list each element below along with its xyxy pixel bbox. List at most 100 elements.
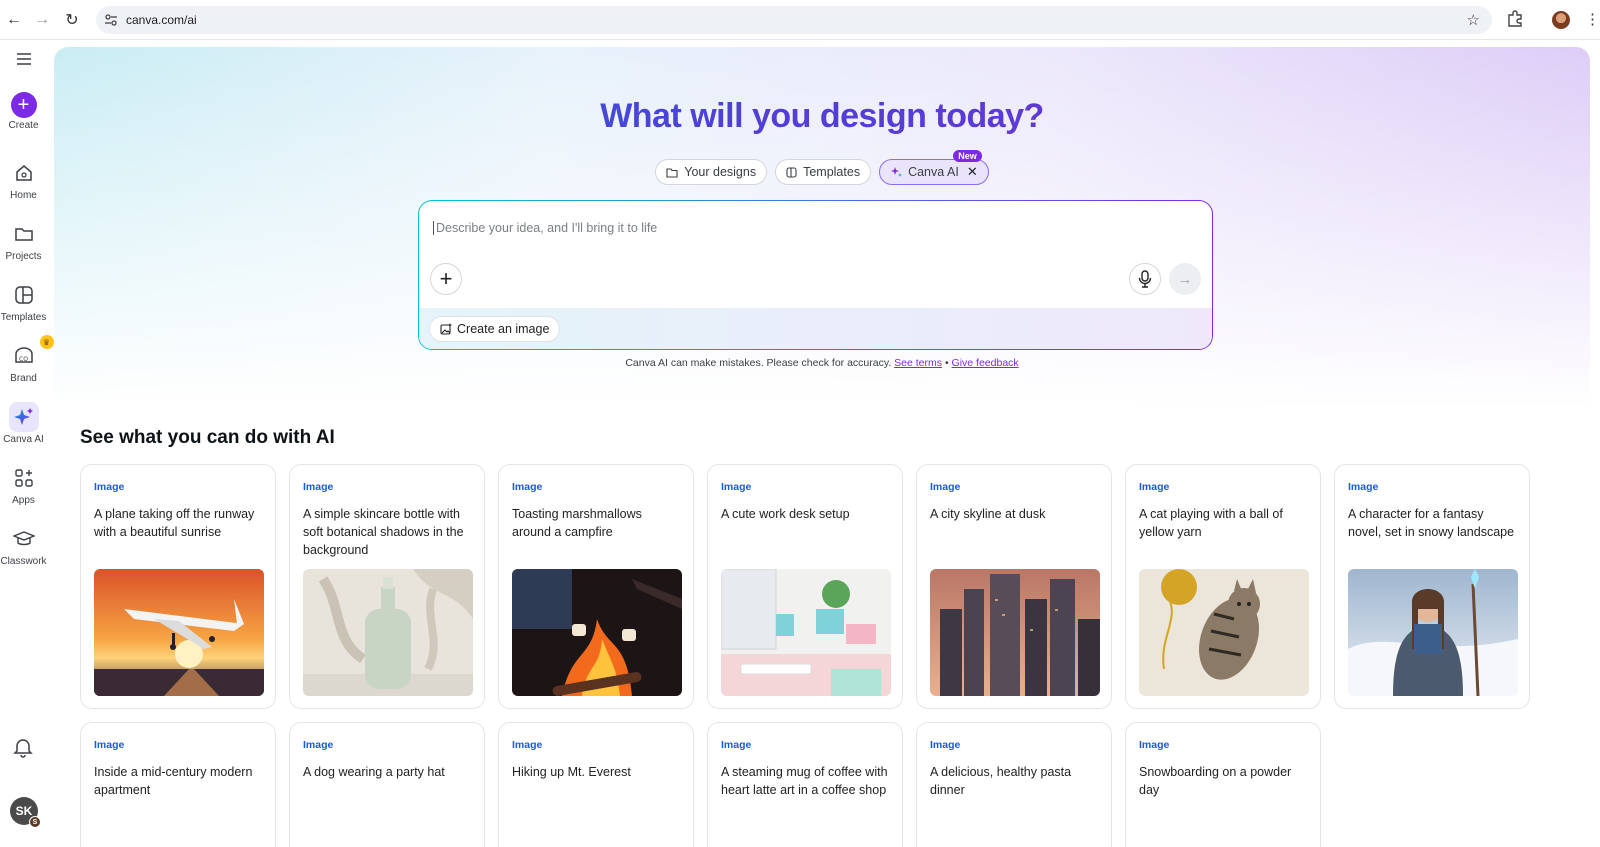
sidebar-item-label: Create bbox=[8, 120, 39, 131]
suggestion-card[interactable]: Image Toasting marshmallows around a cam… bbox=[498, 464, 694, 709]
card-tag: Image bbox=[94, 481, 125, 493]
plus-icon[interactable]: + bbox=[10, 92, 37, 118]
back-icon[interactable]: ← bbox=[4, 10, 24, 30]
give-feedback-link[interactable]: Give feedback bbox=[952, 357, 1019, 369]
url-text[interactable]: canva.com/ai bbox=[126, 13, 197, 27]
sidebar-item-label: Canva AI bbox=[3, 434, 44, 445]
tab-your-designs[interactable]: Your designs bbox=[655, 159, 768, 185]
card-tag: Image bbox=[94, 739, 125, 751]
sidebar-item-home[interactable]: Home bbox=[0, 158, 47, 201]
see-terms-link[interactable]: See terms bbox=[894, 357, 942, 369]
plus-icon: + bbox=[439, 266, 453, 291]
page-title: What will you design today? bbox=[54, 97, 1590, 136]
address-bar[interactable]: canva.com/ai ☆ bbox=[96, 6, 1492, 34]
prompt-suggestions: Create an image bbox=[419, 308, 1212, 349]
sidebar-item-label: Apps bbox=[12, 495, 35, 506]
suggestion-card[interactable]: Image A city skyline at dusk bbox=[916, 464, 1112, 709]
fantasy-character-image bbox=[1348, 569, 1518, 696]
tab-templates[interactable]: Templates bbox=[775, 159, 872, 185]
card-text: Hiking up Mt. Everest bbox=[512, 765, 631, 779]
disclaimer-text: Canva AI can make mistakes. Please check… bbox=[625, 357, 892, 369]
skincare-bottle-image bbox=[303, 569, 473, 696]
tab-label: Templates bbox=[803, 165, 861, 179]
hamburger-icon[interactable] bbox=[16, 52, 32, 66]
prompt-box: + → Create an image bbox=[418, 200, 1213, 350]
apps-icon bbox=[14, 469, 33, 487]
card-text: A dog wearing a party hat bbox=[303, 765, 445, 779]
tab-canva-ai[interactable]: Canva AI ✕ New bbox=[879, 150, 989, 185]
sparkle-icon bbox=[13, 408, 33, 425]
reload-icon[interactable]: ↻ bbox=[62, 10, 82, 30]
brand-icon: CO bbox=[14, 347, 33, 363]
sidebar-item-projects[interactable]: Projects bbox=[0, 219, 47, 262]
suggestion-card[interactable]: Image Snowboarding on a powder day bbox=[1125, 722, 1321, 847]
card-tag: Image bbox=[930, 481, 961, 493]
sidebar-item-brand[interactable]: CO ♛ Brand bbox=[0, 335, 54, 384]
create-image-button[interactable]: Create an image bbox=[429, 316, 561, 342]
microphone-button[interactable] bbox=[1129, 263, 1161, 295]
mode-tabs: Your designs Templates Canva AI ✕ New bbox=[54, 150, 1590, 185]
suggestion-card[interactable]: Image A character for a fantasy novel, s… bbox=[1334, 464, 1530, 709]
suggestion-card[interactable]: Image A simple skincare bottle with soft… bbox=[289, 464, 485, 709]
send-button[interactable]: → bbox=[1169, 263, 1201, 295]
sidebar-item-label: Templates bbox=[0, 312, 47, 323]
forward-icon[interactable]: → bbox=[32, 10, 52, 30]
avatar-initials: SK bbox=[15, 804, 33, 818]
suggestion-card[interactable]: Image A steaming mug of coffee with hear… bbox=[707, 722, 903, 847]
create-image-label: Create an image bbox=[457, 322, 550, 336]
new-badge: New bbox=[953, 150, 982, 162]
arrow-right-icon: → bbox=[1177, 270, 1193, 288]
sidebar-item-classwork[interactable]: Classwork bbox=[0, 524, 47, 567]
suggestion-card[interactable]: Image A delicious, healthy pasta dinner bbox=[916, 722, 1112, 847]
suggestion-card[interactable]: Image A plane taking off the runway with… bbox=[80, 464, 276, 709]
bell-icon[interactable] bbox=[12, 736, 34, 758]
sidebar-item-canva-ai[interactable]: Canva AI bbox=[0, 402, 47, 445]
campfire-image bbox=[512, 569, 682, 696]
sidebar-item-apps[interactable]: Apps bbox=[0, 463, 47, 506]
sidebar-item-templates[interactable]: Templates bbox=[0, 280, 47, 323]
sidebar-item-label: Brand bbox=[10, 373, 37, 384]
folder-icon bbox=[14, 228, 33, 241]
card-text: Snowboarding on a powder day bbox=[1139, 765, 1292, 797]
card-tag: Image bbox=[930, 739, 961, 751]
image-sparkle-icon bbox=[440, 323, 452, 335]
sparkle-icon bbox=[891, 167, 903, 177]
menu-toggle[interactable] bbox=[0, 52, 47, 66]
templates-icon bbox=[14, 286, 33, 304]
extensions-icon[interactable] bbox=[1506, 10, 1524, 28]
bookmark-star-icon[interactable]: ☆ bbox=[1467, 11, 1480, 29]
browser-profile-avatar[interactable] bbox=[1552, 11, 1570, 29]
suggestion-card[interactable]: Image A dog wearing a party hat bbox=[289, 722, 485, 847]
sidebar-item-create[interactable]: + Create bbox=[0, 92, 47, 131]
close-icon[interactable]: ✕ bbox=[967, 164, 978, 180]
browser-toolbar: ← → ↻ canva.com/ai ☆ ⋮ bbox=[0, 0, 1600, 40]
site-settings-icon[interactable] bbox=[104, 13, 118, 27]
browser-menu-icon[interactable]: ⋮ bbox=[1585, 10, 1600, 28]
work-desk-image bbox=[721, 569, 891, 696]
card-text: Inside a mid-century modern apartment bbox=[94, 765, 253, 797]
sidebar-item-label: Home bbox=[10, 190, 37, 201]
home-icon bbox=[15, 165, 32, 181]
city-skyline-image bbox=[930, 569, 1100, 696]
card-text: A character for a fantasy novel, set in … bbox=[1348, 507, 1515, 539]
sidebar-item-label: Projects bbox=[5, 251, 42, 262]
card-tag: Image bbox=[721, 481, 752, 493]
suggestion-card[interactable]: Image A cat playing with a ball of yello… bbox=[1125, 464, 1321, 709]
card-text: A city skyline at dusk bbox=[930, 507, 1046, 521]
prompt-input[interactable] bbox=[433, 221, 1133, 235]
card-text: Toasting marshmallows around a campfire bbox=[512, 507, 642, 539]
suggestion-card[interactable]: Image Hiking up Mt. Everest bbox=[498, 722, 694, 847]
avatar[interactable]: SK S bbox=[10, 797, 41, 828]
cat-yarn-image bbox=[1139, 569, 1309, 696]
suggestion-card[interactable]: Image A cute work desk setup bbox=[707, 464, 903, 709]
plane-sunrise-image bbox=[94, 569, 264, 696]
card-text: A cute work desk setup bbox=[721, 507, 850, 521]
card-tag: Image bbox=[721, 739, 752, 751]
suggestion-card[interactable]: Image Inside a mid-century modern apartm… bbox=[80, 722, 276, 847]
graduation-cap-icon bbox=[12, 531, 35, 546]
card-text: A steaming mug of coffee with heart latt… bbox=[721, 765, 888, 797]
team-badge: S bbox=[29, 816, 41, 828]
add-attachment-button[interactable]: + bbox=[430, 263, 462, 295]
card-tag: Image bbox=[512, 481, 543, 493]
card-text: A plane taking off the runway with a bea… bbox=[94, 507, 255, 539]
